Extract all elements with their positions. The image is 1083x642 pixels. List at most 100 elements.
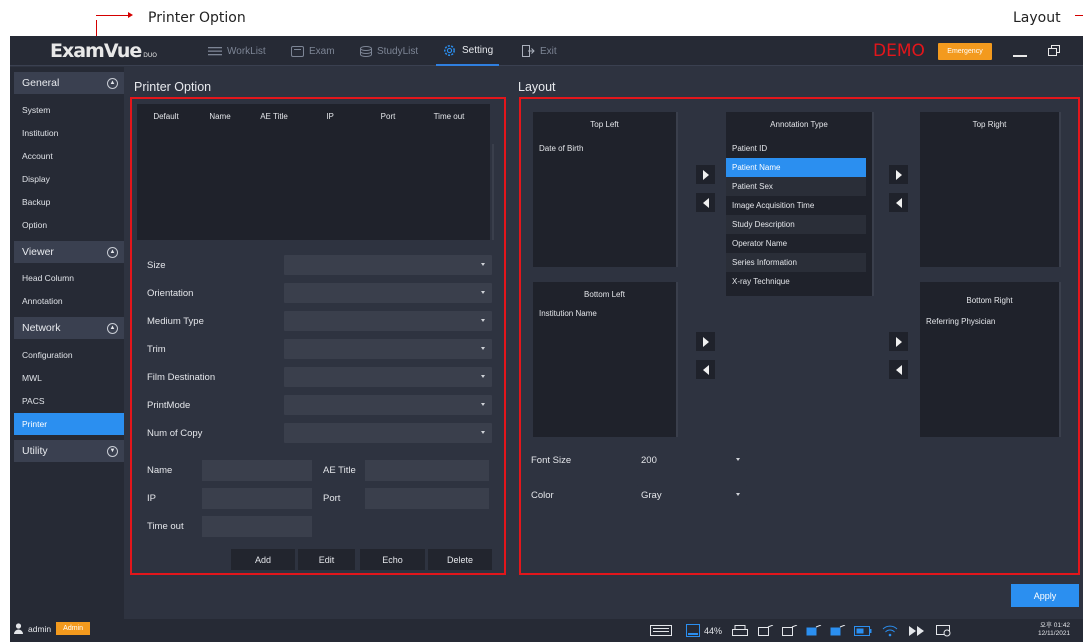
play-right-icon: [702, 336, 709, 347]
top-left-list[interactable]: Top Left Date of Birth: [533, 112, 678, 267]
list-item[interactable]: Institution Name: [533, 304, 670, 323]
sidebar-item-head-column[interactable]: Head Column: [14, 267, 124, 289]
list-item[interactable]: Series Information: [726, 253, 866, 272]
sidebar-item-mwl[interactable]: MWL: [14, 367, 124, 389]
col-name[interactable]: Name: [195, 112, 245, 121]
list-item[interactable]: Referring Physician: [920, 312, 1053, 331]
nav-exit-label: Exit: [540, 45, 557, 57]
col-aetitle[interactable]: AE Title: [245, 112, 303, 121]
sidebar-item-pacs[interactable]: PACS: [14, 390, 124, 412]
bottom-right-list[interactable]: Bottom Right Referring Physician: [920, 282, 1061, 437]
trim-select[interactable]: [284, 339, 492, 359]
sidebar-item-system[interactable]: System: [14, 99, 124, 121]
sidebar-section-general[interactable]: General ▲: [14, 72, 124, 94]
edit-button[interactable]: Edit: [298, 549, 355, 570]
nav-exit[interactable]: Exit: [522, 36, 557, 66]
keyboard-icon[interactable]: [650, 625, 672, 636]
nav-exam[interactable]: Exam: [291, 36, 335, 66]
sidebar-section-network[interactable]: Network ▲: [14, 317, 124, 339]
medium-type-select[interactable]: [284, 311, 492, 331]
film-destination-select[interactable]: [284, 367, 492, 387]
scrollbar[interactable]: [1059, 282, 1061, 437]
list-item[interactable]: Patient ID: [726, 139, 866, 158]
move-right-button[interactable]: [889, 332, 908, 351]
ip-input[interactable]: [202, 488, 312, 509]
name-input[interactable]: [202, 460, 312, 481]
sidebar-section-utility[interactable]: Utility ▼: [14, 440, 124, 462]
scrollbar[interactable]: [676, 282, 678, 437]
nav-worklist-label: WorkList: [227, 45, 266, 57]
move-left-button[interactable]: [889, 193, 908, 212]
sidebar-item-configuration[interactable]: Configuration: [14, 344, 124, 366]
timeout-input[interactable]: [202, 516, 312, 537]
bottom-left-list[interactable]: Bottom Left Institution Name: [533, 282, 678, 437]
sidebar-item-account[interactable]: Account: [14, 145, 124, 167]
col-ip[interactable]: IP: [303, 112, 357, 121]
sidebar-item-institution[interactable]: Institution: [14, 122, 124, 144]
printer-table[interactable]: Default Name AE Title IP Port Time out: [137, 104, 494, 240]
list-item[interactable]: Patient Sex: [726, 177, 866, 196]
caret-down-icon: [736, 458, 740, 461]
chevron-up-icon: ▲: [107, 77, 118, 89]
printmode-label: PrintMode: [147, 400, 191, 411]
move-left-button[interactable]: [696, 360, 715, 379]
move-right-button[interactable]: [696, 332, 715, 351]
scrollbar[interactable]: [1059, 112, 1061, 267]
sidebar-item-display[interactable]: Display: [14, 168, 124, 190]
play-left-icon: [895, 364, 902, 375]
sidebar-item-printer[interactable]: Printer: [14, 413, 124, 435]
list-item[interactable]: Image Acquisition Time: [726, 196, 866, 215]
add-button[interactable]: Add: [231, 549, 295, 570]
annotation-label-layout: Layout: [1013, 10, 1061, 26]
annotation-type-list[interactable]: Annotation Type Patient ID Patient Name …: [726, 112, 874, 296]
annotation-header: Printer Option Layout: [0, 0, 1083, 337]
nav-worklist[interactable]: WorkList: [208, 36, 266, 66]
nav-setting[interactable]: Setting: [436, 36, 500, 66]
top-right-list[interactable]: Top Right: [920, 112, 1061, 267]
orientation-select[interactable]: [284, 283, 492, 303]
sidebar-item-annotation[interactable]: Annotation: [14, 290, 124, 312]
printmode-select[interactable]: [284, 395, 492, 415]
scrollbar[interactable]: [872, 112, 874, 296]
list-item-selected[interactable]: Patient Name: [726, 158, 866, 177]
font-size-select[interactable]: 200: [637, 450, 747, 470]
sidebar-item-backup[interactable]: Backup: [14, 191, 124, 213]
num-of-copy-select[interactable]: [284, 423, 492, 443]
list-item[interactable]: Date of Birth: [533, 139, 670, 158]
color-select[interactable]: Gray: [637, 485, 747, 505]
list-item[interactable]: Study Description: [726, 215, 866, 234]
gear-icon: [444, 44, 455, 56]
size-select[interactable]: [284, 255, 492, 275]
move-left-button[interactable]: [889, 360, 908, 379]
list-item[interactable]: Operator Name: [726, 234, 866, 253]
delete-button[interactable]: Delete: [428, 549, 492, 570]
play-left-icon: [702, 197, 709, 208]
port-input[interactable]: [365, 488, 489, 509]
scrollbar[interactable]: [676, 112, 678, 267]
apply-button[interactable]: Apply: [1011, 584, 1079, 607]
user-info[interactable]: admin Admin: [14, 622, 90, 635]
move-right-button[interactable]: [696, 165, 715, 184]
restore-icon[interactable]: [1048, 45, 1060, 56]
scrollbar[interactable]: [492, 144, 494, 240]
caret-down-icon: [481, 319, 485, 322]
emergency-button[interactable]: Emergency: [938, 43, 992, 60]
sidebar-section-label: Viewer: [22, 246, 54, 258]
caret-down-icon: [481, 431, 485, 434]
sidebar-section-label: Network: [22, 322, 61, 334]
caret-down-icon: [481, 291, 485, 294]
sidebar-item-option[interactable]: Option: [14, 214, 124, 236]
size-label: Size: [147, 260, 166, 271]
move-left-button[interactable]: [696, 193, 715, 212]
col-port[interactable]: Port: [357, 112, 419, 121]
clock-date: 12/11/2021: [1038, 630, 1071, 637]
list-item[interactable]: X-ray Technique: [726, 272, 866, 291]
col-timeout[interactable]: Time out: [419, 112, 479, 121]
minimize-button[interactable]: [1013, 55, 1027, 57]
aetitle-input[interactable]: [365, 460, 489, 481]
echo-button[interactable]: Echo: [360, 549, 425, 570]
move-right-button[interactable]: [889, 165, 908, 184]
nav-studylist[interactable]: StudyList: [360, 36, 418, 66]
sidebar-section-viewer[interactable]: Viewer ▲: [14, 241, 124, 263]
col-default[interactable]: Default: [137, 112, 195, 121]
